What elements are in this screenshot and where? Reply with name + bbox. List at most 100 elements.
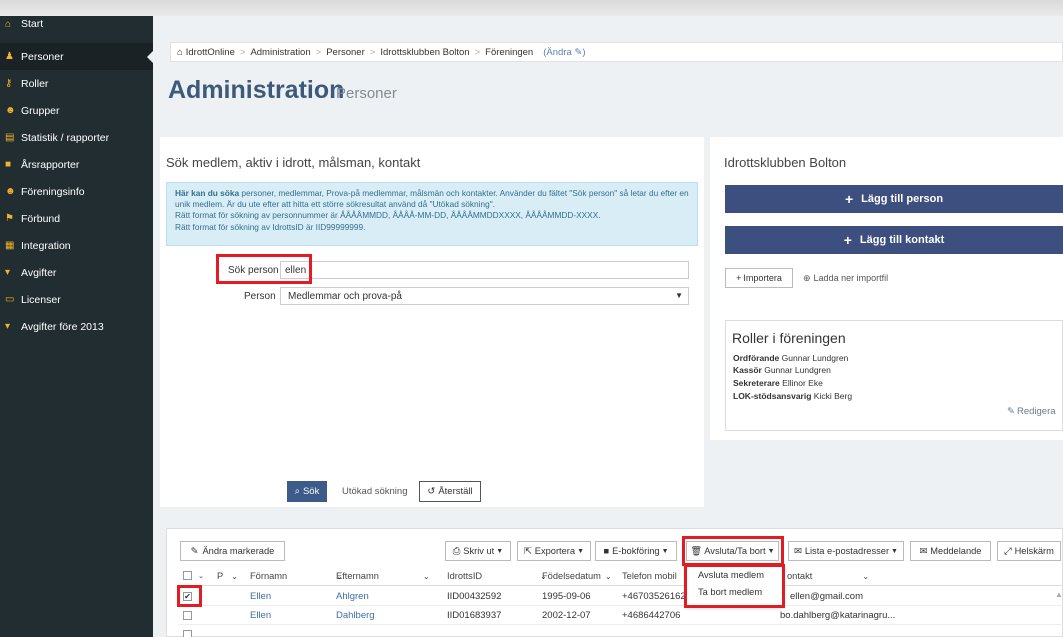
sok-person-input[interactable]: ellen xyxy=(280,261,689,279)
role-person: Gunnar Lundgren xyxy=(781,353,849,363)
breadcrumb-administration[interactable]: Administration xyxy=(250,47,310,58)
download-label: Ladda ner importfil xyxy=(813,273,889,283)
cell-first-name[interactable]: Ellen xyxy=(250,606,271,625)
window-top-band xyxy=(0,0,1063,16)
cell-last-name[interactable]: Dahlberg xyxy=(336,606,375,625)
caret-down-icon: ▼ xyxy=(577,547,585,555)
export-button[interactable]: ⇱ Exportera ▼ xyxy=(517,541,591,561)
add-contact-button[interactable]: + Lägg till kontakt xyxy=(725,226,1063,254)
column-header-telefon[interactable]: Telefon mobil xyxy=(622,567,677,585)
sidebar-item-personer[interactable]: ♟ Personer xyxy=(0,43,153,70)
plus-icon: + xyxy=(844,191,854,207)
chevron-down-icon[interactable]: ⌄ xyxy=(198,567,204,585)
download-import-file-link[interactable]: ⊕ Ladda ner importfil xyxy=(803,273,888,284)
column-header-label: Födelsedatum xyxy=(542,571,601,581)
person-select[interactable]: Medlemmar och prova-på ▼ xyxy=(280,287,689,305)
cell-last-name[interactable]: Ahlgren xyxy=(336,587,369,606)
table-row[interactable] xyxy=(178,606,1063,625)
sidebar-item-grupper[interactable]: ☻ Grupper xyxy=(0,97,153,124)
chart-icon: ▤ xyxy=(5,132,15,143)
breadcrumb-idrottonline[interactable]: IdrottOnline xyxy=(186,47,235,58)
export-icon: ⇱ xyxy=(523,545,532,556)
group-icon: ☻ xyxy=(5,186,16,197)
cell-email: bo.dahlberg@katarinagru... xyxy=(780,610,896,621)
sidebar-item-start[interactable]: ⌂ Start xyxy=(0,16,153,32)
edit-roles-link[interactable]: ✎ Redigera xyxy=(1007,406,1056,417)
cell-email: ellen@gmail.com xyxy=(790,591,864,602)
sidebar-item-föreningsinfo[interactable]: ☻ Föreningsinfo xyxy=(0,178,153,205)
sidebar-item-avgifter-före-2013[interactable]: ▾ Avgifter före 2013 xyxy=(0,313,153,340)
column-header-label: ontakt xyxy=(787,571,813,581)
import-button[interactable]: + Importera xyxy=(725,268,793,288)
select-all-checkbox[interactable] xyxy=(183,571,192,580)
highlight-end-remove xyxy=(682,536,784,566)
table-icon: ▦ xyxy=(5,240,15,251)
export-label: Exportera xyxy=(534,546,576,556)
column-header-p[interactable]: P ⌄ xyxy=(217,567,238,585)
sidebar-item-label: Roller xyxy=(21,77,49,90)
table-row[interactable] xyxy=(178,587,1063,606)
highlight-dropdown xyxy=(684,564,785,608)
page-subtitle: Personer xyxy=(336,85,397,102)
column-header-kontakt[interactable]: ontakt ⌄ xyxy=(787,567,869,585)
person-icon: ♟ xyxy=(5,51,14,62)
page-title: Administration xyxy=(168,76,345,104)
sidebar-item-licenser[interactable]: ▭ Licenser xyxy=(0,286,153,313)
column-header-label: Förnamn xyxy=(250,571,288,581)
info-line-personnummer: Rätt format för sökning av personnummer … xyxy=(175,210,601,221)
extended-search-link[interactable]: Utökad sökning xyxy=(342,486,407,497)
sidebar-item-avgifter[interactable]: ▾ Avgifter xyxy=(0,259,153,286)
breadcrumb-foreningen[interactable]: Föreningen xyxy=(485,47,533,58)
column-header-idrottsid[interactable]: IdrottsID ⌄ xyxy=(447,567,547,585)
role-person: Kicki Berg xyxy=(813,391,853,401)
cell-first-name[interactable]: Ellen xyxy=(250,587,271,606)
chevron-down-icon: ⌄ xyxy=(231,571,238,581)
reset-button[interactable]: ↺ Återställ xyxy=(419,481,481,502)
table-row[interactable] xyxy=(178,625,1063,637)
sidebar-item-statistik-rapporter[interactable]: ▤ Statistik / rapporter xyxy=(0,124,153,151)
scrollbar-up-arrow[interactable]: ▲ xyxy=(1055,590,1063,599)
edit-roles-label: Redigera xyxy=(1016,406,1056,417)
fullscreen-button[interactable]: ⤢ Helskärm xyxy=(997,541,1061,561)
ebook-button[interactable]: ■ E-bokföring ▼ xyxy=(595,541,677,561)
print-button[interactable]: ⎙ Skriv ut ▼ xyxy=(445,541,511,561)
sidebar-item-förbund[interactable]: ⚑ Förbund xyxy=(0,205,153,232)
role-name: LOK-stödsansvarig xyxy=(733,391,812,401)
cell-idrottsid: IID01683937 xyxy=(447,610,502,621)
cart-icon: ▾ xyxy=(5,267,11,278)
column-header-efternamn[interactable]: Efternamn ⌄ xyxy=(336,567,430,585)
message-button[interactable]: ✉ Meddelande xyxy=(910,541,991,561)
edit-selected-button[interactable]: ✎ Ändra markerade xyxy=(180,541,285,561)
breadcrumb-separator: > xyxy=(369,46,376,58)
sidebar-item-årsrapporter[interactable]: ■ Årsrapporter xyxy=(0,151,153,178)
email-list-label: Lista e-postadresser xyxy=(804,546,890,556)
breadcrumb-edit-link[interactable]: (Ändra ✎) xyxy=(543,47,585,58)
plus-icon: + xyxy=(736,273,742,283)
role-row: Ordförande Gunnar Lundgren xyxy=(733,353,848,363)
breadcrumb-club[interactable]: Idrottsklubben Bolton xyxy=(380,47,469,58)
search-button-label: Sök xyxy=(302,486,320,497)
sidebar-item-label: Föreningsinfo xyxy=(21,185,85,198)
cell-idrottsid: IID00432592 xyxy=(447,591,502,602)
row-checkbox[interactable] xyxy=(183,630,192,637)
breadcrumb-personer[interactable]: Personer xyxy=(326,47,365,58)
role-name: Ordförande xyxy=(733,353,780,363)
sidebar-item-integration[interactable]: ▦ Integration xyxy=(0,232,153,259)
search-info-box: Här kan du söka personer, medlemmar, Pro… xyxy=(166,182,698,246)
sidebar-item-label: Avgifter före 2013 xyxy=(21,320,104,333)
highlight-row-checkbox xyxy=(177,585,202,607)
search-button[interactable]: ⌕ Sök xyxy=(287,481,327,502)
add-person-button[interactable]: + Lägg till person xyxy=(725,185,1063,213)
book-icon: ■ xyxy=(5,159,12,170)
column-header-fodelsedatum[interactable]: Födelsedatum ⌄ xyxy=(542,567,612,585)
person-select-value: Medlemmar och prova-på xyxy=(288,290,402,302)
caret-down-icon: ▼ xyxy=(496,547,504,555)
breadcrumb-separator: > xyxy=(474,46,481,58)
column-header-fornamn[interactable]: Förnamn ⌄ xyxy=(250,567,343,585)
caret-down-icon: ▼ xyxy=(675,291,683,300)
caret-down-icon: ▼ xyxy=(891,547,898,555)
email-list-button[interactable]: ✉ Lista e-postadresser ▼ xyxy=(788,541,904,561)
sidebar-item-roller[interactable]: ⚷ Roller xyxy=(0,70,153,97)
row-checkbox[interactable] xyxy=(183,611,192,620)
print-label: Skriv ut xyxy=(463,546,495,556)
